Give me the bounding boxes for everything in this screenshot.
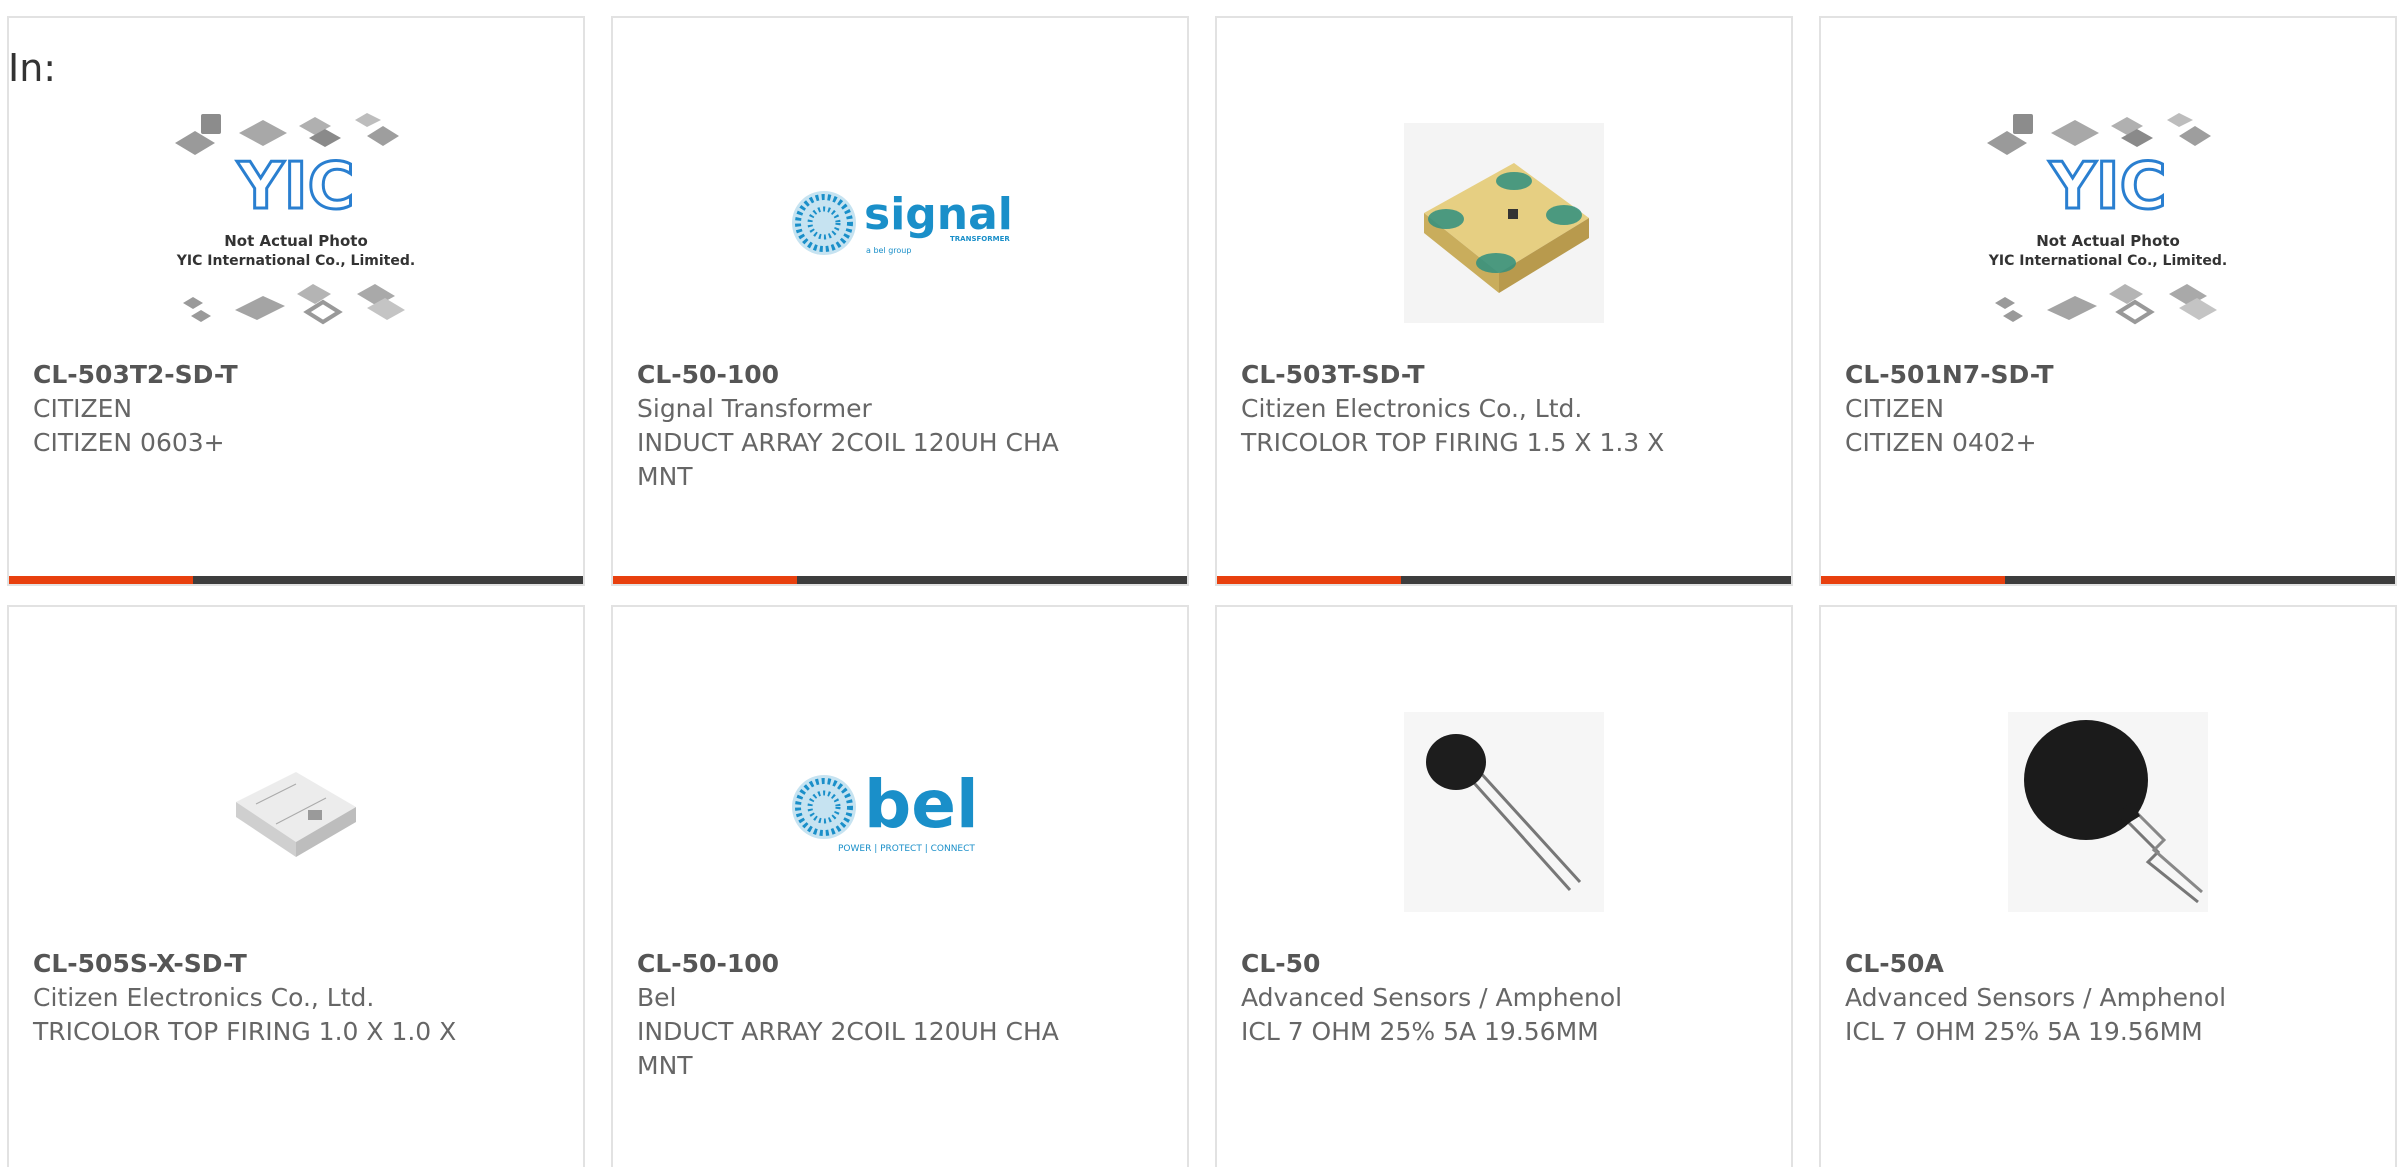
- manufacturer: Advanced Sensors / Amphenol: [1845, 983, 2227, 1012]
- description: ICL 7 OHM 25% 5A 19.56MM: [1241, 1017, 1599, 1046]
- logo-tagline: a bel group: [866, 246, 911, 255]
- card-footer-bar: [1821, 576, 2395, 584]
- card-accent: [9, 576, 193, 584]
- product-meta: CL-50-100 Bel INDUCT ARRAY 2COIL 120UH C…: [637, 947, 1163, 1083]
- part-number-link[interactable]: CL-503T2-SD-T: [33, 358, 559, 392]
- part-number-link[interactable]: CL-505S-X-SD-T: [33, 947, 559, 981]
- placeholder-note: Not Actual Photo: [2036, 232, 2180, 250]
- manufacturer: CITIZEN: [1845, 394, 1945, 423]
- product-card[interactable]: CL-503T-SD-T Citizen Electronics Co., Lt…: [1215, 16, 1793, 586]
- placeholder-note: Not Actual Photo: [224, 232, 368, 250]
- product-meta: CL-50 Advanced Sensors / Amphenol ICL 7 …: [1241, 947, 1767, 1049]
- description: ICL 7 OHM 25% 5A 19.56MM: [1845, 1017, 2203, 1046]
- product-card[interactable]: CL-50A Advanced Sensors / Amphenol ICL 7…: [1819, 605, 2397, 1167]
- product-meta: CL-503T-SD-T Citizen Electronics Co., Lt…: [1241, 358, 1767, 460]
- filter-label: In:: [8, 46, 57, 90]
- description: INDUCT ARRAY 2COIL 120UH CHA MNT: [637, 428, 1059, 491]
- manufacturer: Advanced Sensors / Amphenol: [1241, 983, 1623, 1012]
- description: CITIZEN 0603+: [33, 428, 225, 457]
- description: TRICOLOR TOP FIRING 1.0 X 1.0 X: [33, 1017, 457, 1046]
- part-number-link[interactable]: CL-50A: [1845, 947, 2371, 981]
- card-footer-bar: [613, 576, 1187, 584]
- part-number-link[interactable]: CL-501N7-SD-T: [1845, 358, 2371, 392]
- logo-tagline: POWER | PROTECT | CONNECT: [838, 844, 975, 854]
- product-photo-thermistor[interactable]: [1369, 677, 1639, 947]
- product-image-placeholder[interactable]: YIC Not Actual Photo YIC International C…: [1973, 88, 2243, 358]
- product-card[interactable]: CL-505S-X-SD-T Citizen Electronics Co., …: [7, 605, 585, 1167]
- product-photo-thermistor[interactable]: [1973, 677, 2243, 947]
- product-meta: CL-50-100 Signal Transformer INDUCT ARRA…: [637, 358, 1163, 494]
- product-card[interactable]: YIC Not Actual Photo YIC International C…: [1819, 16, 2397, 586]
- manufacturer: Signal Transformer: [637, 394, 872, 423]
- placeholder-company: YIC International Co., Limited.: [176, 253, 415, 269]
- part-number-link[interactable]: CL-50-100: [637, 947, 1163, 981]
- yic-logo: YIC: [236, 150, 354, 224]
- yic-logo: YIC: [2048, 150, 2166, 224]
- description: CITIZEN 0402+: [1845, 428, 2037, 457]
- description: INDUCT ARRAY 2COIL 120UH CHA MNT: [637, 1017, 1059, 1080]
- part-number-link[interactable]: CL-50-100: [637, 358, 1163, 392]
- logo-text: bel: [864, 767, 979, 843]
- card-accent: [1821, 576, 2005, 584]
- part-number-link[interactable]: CL-50: [1241, 947, 1767, 981]
- bel-logo[interactable]: bel POWER | PROTECT | CONNECT: [765, 677, 1035, 947]
- logo-subtext: TRANSFORMER: [950, 235, 1010, 243]
- product-photo-led-chip[interactable]: [1369, 88, 1639, 358]
- product-meta: CL-50A Advanced Sensors / Amphenol ICL 7…: [1845, 947, 2371, 1049]
- product-meta: CL-501N7-SD-T CITIZEN CITIZEN 0402+: [1845, 358, 2371, 460]
- product-card[interactable]: signal TRANSFORMER a bel group CL-50-100…: [611, 16, 1189, 586]
- product-meta: CL-503T2-SD-T CITIZEN CITIZEN 0603+: [33, 358, 559, 460]
- product-image-placeholder[interactable]: YIC Not Actual Photo YIC International C…: [161, 88, 431, 358]
- product-meta: CL-505S-X-SD-T Citizen Electronics Co., …: [33, 947, 559, 1049]
- logo-dot-ring-icon: [792, 775, 856, 839]
- product-grid-page: In: YIC Not Actual Photo YIC Internation…: [0, 0, 2400, 1167]
- part-number-link[interactable]: CL-503T-SD-T: [1241, 358, 1767, 392]
- manufacturer: Bel: [637, 983, 677, 1012]
- card-footer-bar: [1217, 576, 1791, 584]
- manufacturer: Citizen Electronics Co., Ltd.: [33, 983, 375, 1012]
- logo-text: signal: [864, 189, 1010, 240]
- card-accent: [613, 576, 797, 584]
- placeholder-company: YIC International Co., Limited.: [1988, 253, 2227, 269]
- product-card[interactable]: YIC Not Actual Photo YIC International C…: [7, 16, 585, 586]
- product-card[interactable]: bel POWER | PROTECT | CONNECT CL-50-100 …: [611, 605, 1189, 1167]
- signal-transformer-logo[interactable]: signal TRANSFORMER a bel group: [765, 88, 1035, 358]
- card-footer-bar: [9, 576, 583, 584]
- manufacturer: Citizen Electronics Co., Ltd.: [1241, 394, 1583, 423]
- card-accent: [1217, 576, 1401, 584]
- manufacturer: CITIZEN: [33, 394, 133, 423]
- logo-dot-ring-icon: [792, 191, 856, 255]
- product-card[interactable]: CL-50 Advanced Sensors / Amphenol ICL 7 …: [1215, 605, 1793, 1167]
- description: TRICOLOR TOP FIRING 1.5 X 1.3 X: [1241, 428, 1665, 457]
- product-photo-white-led[interactable]: [161, 677, 431, 947]
